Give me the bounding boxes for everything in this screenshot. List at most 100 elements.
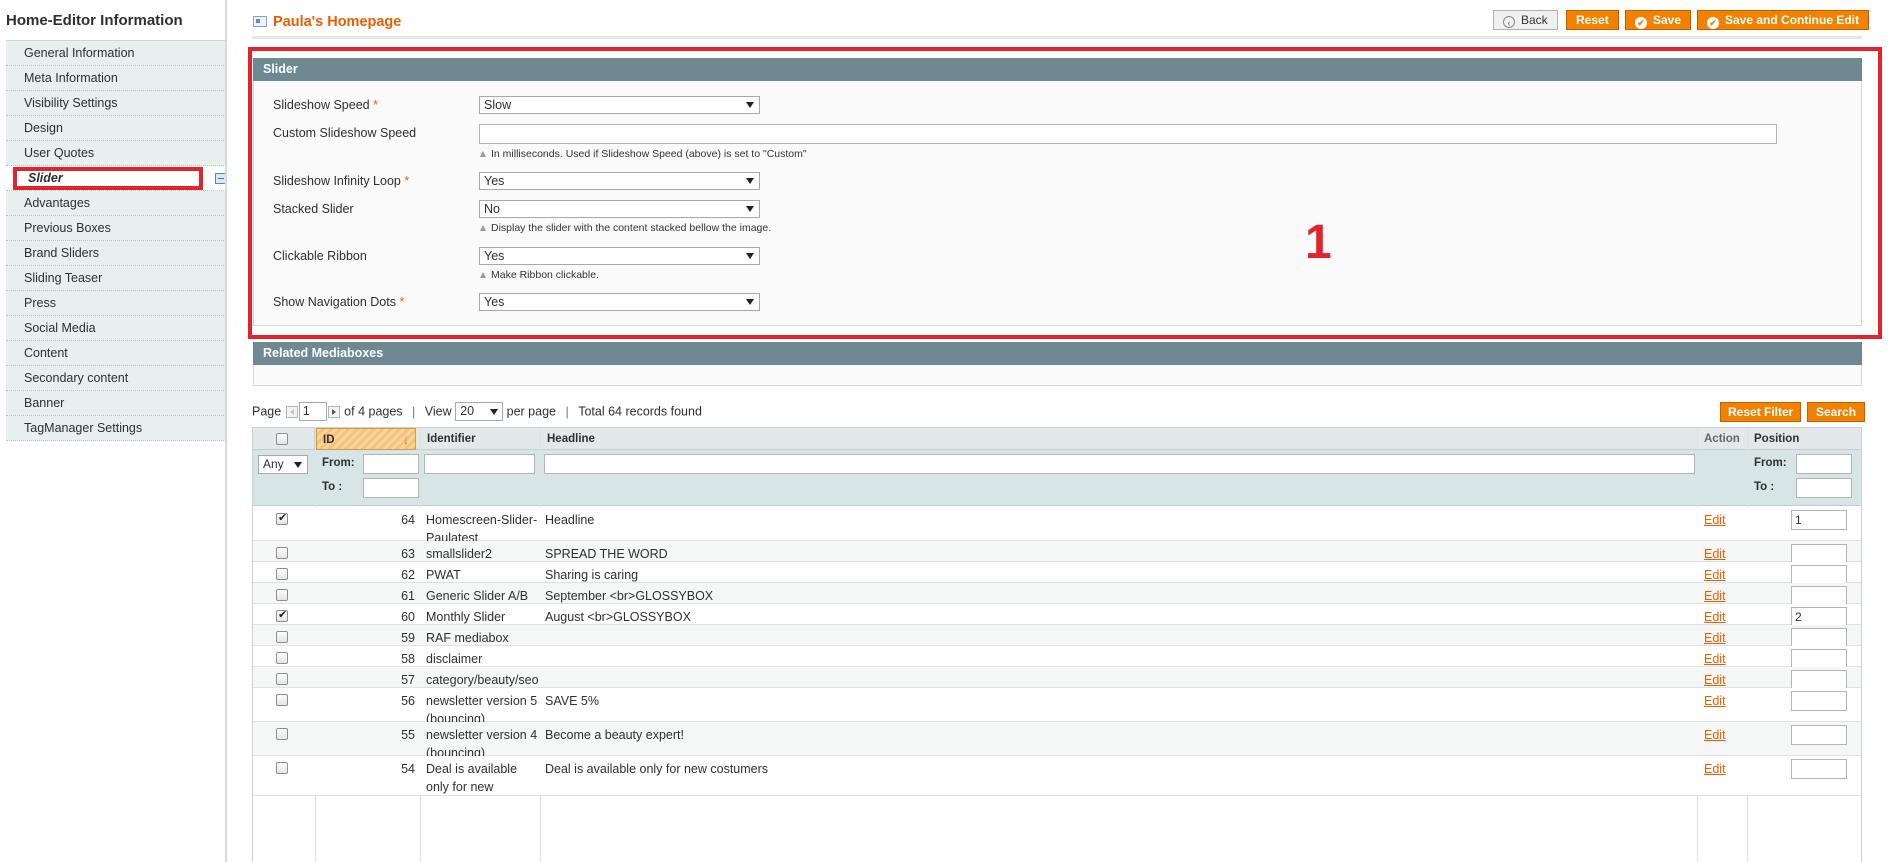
sidebar-item-label: Sliding Teaser (24, 271, 103, 285)
row-id: 54 (401, 762, 415, 776)
search-button[interactable]: Search (1807, 402, 1866, 422)
row-identifier: category/beauty/seo (426, 673, 539, 687)
table-row: 62 PWAT Sharing is caring Edit (253, 562, 1861, 585)
edit-link[interactable]: Edit (1704, 652, 1726, 666)
row-select-checkbox[interactable] (276, 652, 288, 664)
position-from-input[interactable] (1796, 454, 1852, 474)
sidebar-item-label: Visibility Settings (24, 96, 118, 110)
row-select-checkbox[interactable] (276, 694, 288, 706)
row-action-cell: Edit (1704, 604, 1744, 626)
column-header-headline[interactable]: Headline (541, 428, 1698, 450)
checkbox-filter-select[interactable]: Any (258, 455, 308, 474)
pager-separator: | (412, 404, 416, 419)
edit-link[interactable]: Edit (1704, 631, 1726, 645)
id-to-input[interactable] (363, 478, 419, 498)
row-position-input[interactable] (1791, 544, 1847, 564)
edit-link[interactable]: Edit (1704, 513, 1726, 527)
position-from-label: From: (1754, 457, 1787, 469)
previous-page-icon[interactable] (285, 405, 298, 418)
identifier-filter-input[interactable] (424, 454, 535, 474)
row-id: 55 (401, 728, 415, 742)
sidebar-item-previous-boxes[interactable]: Previous Boxes (6, 216, 226, 241)
row-select-checkbox[interactable] (276, 631, 288, 643)
column-header-identifier[interactable]: Identifier (421, 428, 541, 450)
id-from-input[interactable] (363, 454, 419, 474)
row-position-input[interactable]: 1 (1791, 510, 1847, 530)
id-from-label: From: (322, 457, 355, 469)
row-select-checkbox[interactable] (276, 728, 288, 740)
annotation-highlight-box (248, 47, 1882, 339)
row-position-input[interactable] (1791, 725, 1847, 745)
row-action-cell: Edit (1704, 583, 1744, 605)
sidebar-item-social-media[interactable]: Social Media (6, 316, 226, 341)
sidebar-item-meta-information[interactable]: Meta Information (6, 66, 226, 91)
sidebar-item-user-quotes[interactable]: User Quotes (6, 141, 226, 166)
row-select-checkbox[interactable] (276, 568, 288, 580)
edit-link[interactable]: Edit (1704, 589, 1726, 603)
sidebar-item-content[interactable]: Content (6, 341, 226, 366)
edit-link[interactable]: Edit (1704, 547, 1726, 561)
page-title: Paula's Homepage (253, 14, 401, 30)
page-title-text: Paula's Homepage (273, 14, 402, 30)
reset-button[interactable]: Reset (1566, 10, 1619, 30)
sidebar-item-press[interactable]: Press (6, 291, 226, 316)
edit-link[interactable]: Edit (1704, 568, 1726, 582)
page-number-input[interactable]: 1 (298, 402, 327, 421)
headline-filter-input[interactable] (544, 454, 1695, 474)
sidebar-item-design[interactable]: Design (6, 116, 226, 141)
select-all-checkbox[interactable] (276, 433, 288, 445)
sidebar-item-advantages[interactable]: Advantages (6, 191, 226, 216)
row-id: 61 (401, 589, 415, 603)
table-row: 56 newsletter version 5 (bouncing) SAVE 5%… (253, 688, 1861, 726)
row-position-input[interactable] (1791, 670, 1847, 690)
column-header-id[interactable]: ID ↓ (316, 428, 416, 450)
sidebar-item-tagmanager-settings[interactable]: TagManager Settings (6, 416, 226, 441)
save-and-continue-button[interactable]: ✔ Save and Continue Edit (1697, 10, 1870, 30)
search-button-label: Search (1816, 405, 1857, 419)
row-position-input[interactable]: 2 (1791, 607, 1847, 627)
row-id: 64 (401, 513, 415, 527)
row-identifier: RAF mediabox (426, 631, 509, 645)
save-button[interactable]: ✔ Save (1625, 10, 1692, 30)
row-id: 63 (401, 547, 415, 561)
edit-link[interactable]: Edit (1704, 673, 1726, 687)
sidebar-item-sliding-teaser[interactable]: Sliding Teaser (6, 266, 226, 291)
sidebar-item-slider[interactable]: Slider (6, 166, 227, 191)
sidebar-tabs: General Information Meta Information Visib… (6, 40, 227, 441)
row-select-checkbox[interactable] (276, 511, 288, 525)
row-position-input[interactable] (1791, 691, 1847, 711)
sidebar-item-label: TagManager Settings (24, 421, 143, 435)
sidebar-item-secondary-content[interactable]: Secondary content (6, 366, 226, 391)
row-headline (545, 625, 1695, 629)
edit-link[interactable]: Edit (1704, 694, 1726, 708)
reset-filter-button[interactable]: Reset Filter (1720, 402, 1802, 422)
row-headline: SPREAD THE WORD (545, 547, 668, 561)
sort-arrow-down-icon: ↓ (403, 433, 409, 447)
table-row: 57 category/beauty/seo Edit (253, 667, 1861, 690)
sidebar-item-label: Content (24, 346, 68, 360)
grid-filter-row: Any From: To : From: To : (253, 450, 1861, 506)
sidebar-item-brand-sliders[interactable]: Brand Sliders (6, 241, 226, 266)
row-select-checkbox[interactable] (276, 589, 288, 601)
edit-link[interactable]: Edit (1704, 728, 1726, 742)
row-position-input[interactable] (1791, 586, 1847, 606)
row-select-checkbox[interactable] (276, 608, 288, 622)
row-position-input[interactable] (1791, 565, 1847, 585)
row-position-input[interactable] (1791, 649, 1847, 669)
column-header-position[interactable]: Position (1748, 428, 1861, 450)
per-page-select[interactable]: 20 (455, 402, 504, 421)
sidebar-item-general-information[interactable]: General Information (6, 41, 226, 66)
row-position-input[interactable] (1791, 759, 1847, 779)
row-select-checkbox[interactable] (276, 762, 288, 774)
row-select-checkbox[interactable] (276, 673, 288, 685)
row-select-checkbox[interactable] (276, 547, 288, 559)
position-to-input[interactable] (1796, 478, 1852, 498)
sidebar: Home-Editor Information General Informat… (0, 0, 227, 862)
back-button[interactable]: ‹ Back (1493, 10, 1558, 30)
row-position-input[interactable] (1791, 628, 1847, 648)
edit-link[interactable]: Edit (1704, 762, 1726, 776)
edit-link[interactable]: Edit (1704, 610, 1726, 624)
next-page-icon[interactable] (327, 405, 340, 418)
sidebar-item-visibility-settings[interactable]: Visibility Settings (6, 91, 226, 116)
sidebar-item-banner[interactable]: Banner (6, 391, 226, 416)
